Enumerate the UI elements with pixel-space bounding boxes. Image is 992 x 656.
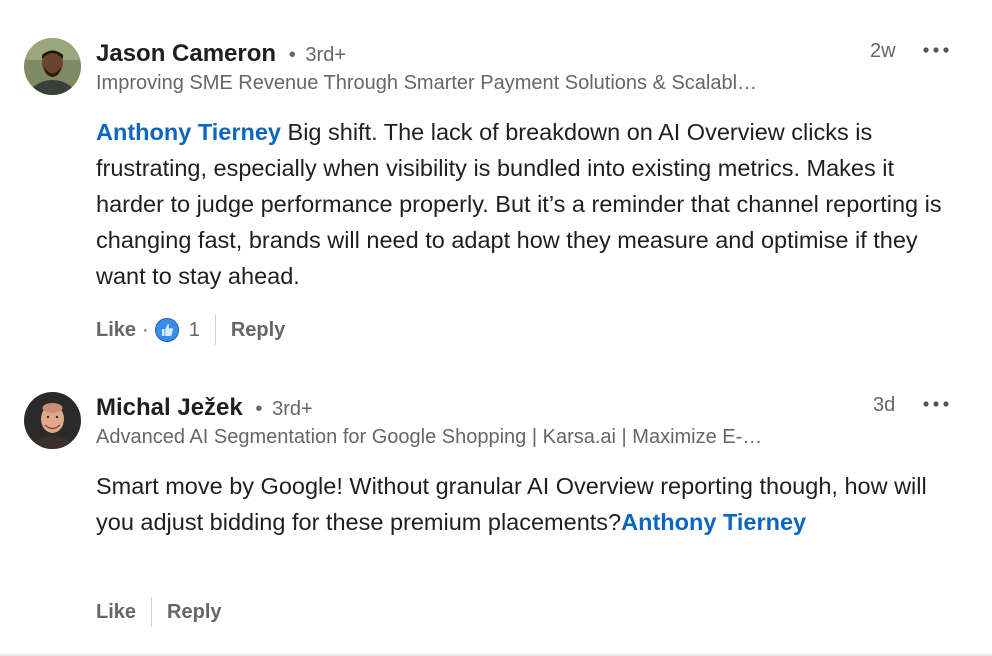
reply-button[interactable]: Reply: [167, 601, 221, 624]
reaction-count: 1: [188, 318, 200, 341]
connection-degree: 3rd+: [305, 44, 347, 66]
author-headline[interactable]: Improving SME Revenue Through Smarter Pa…: [96, 71, 757, 95]
mention-link[interactable]: Anthony Tierney: [96, 119, 281, 145]
separator-dot: ·: [142, 318, 149, 341]
reactions-summary[interactable]: 1: [154, 318, 200, 342]
comment-timestamp: 2w: [870, 40, 896, 62]
separator-dot: •: [255, 398, 263, 420]
author-line: Jason Cameron • 3rd+: [96, 40, 346, 69]
avatar[interactable]: [24, 38, 81, 95]
more-options-button[interactable]: [919, 38, 953, 62]
comment-text: Anthony Tierney Big shift. The lack of b…: [96, 114, 966, 294]
comment-actions: Like Reply: [96, 597, 222, 627]
reply-button[interactable]: Reply: [231, 319, 285, 342]
like-button[interactable]: Like: [96, 601, 136, 624]
more-options-button[interactable]: [919, 392, 953, 416]
comment-item: Michal Ježek • 3rd+ Advanced AI Segmenta…: [0, 370, 992, 656]
mention-link[interactable]: Anthony Tierney: [621, 509, 806, 535]
like-button[interactable]: Like: [96, 319, 136, 342]
author-name[interactable]: Michal Ježek: [96, 394, 243, 421]
author-name[interactable]: Jason Cameron: [96, 40, 276, 67]
comment-text: Smart move by Google! Without granular A…: [96, 468, 966, 540]
comment-item: Jason Cameron • 3rd+ Improving SME Reven…: [0, 0, 992, 370]
more-options-icon: [923, 47, 949, 53]
action-divider: [214, 315, 216, 345]
separator-dot: •: [288, 44, 296, 66]
author-line: Michal Ježek • 3rd+: [96, 394, 313, 423]
comment-actions: Like · 1 Reply: [96, 315, 285, 345]
action-divider: [151, 597, 153, 627]
like-reaction-icon: [154, 318, 179, 342]
connection-degree: 3rd+: [272, 398, 313, 420]
comment-timestamp: 3d: [873, 394, 896, 416]
author-headline[interactable]: Advanced AI Segmentation for Google Shop…: [96, 425, 762, 449]
more-options-icon: [923, 401, 949, 407]
avatar[interactable]: [24, 392, 81, 449]
